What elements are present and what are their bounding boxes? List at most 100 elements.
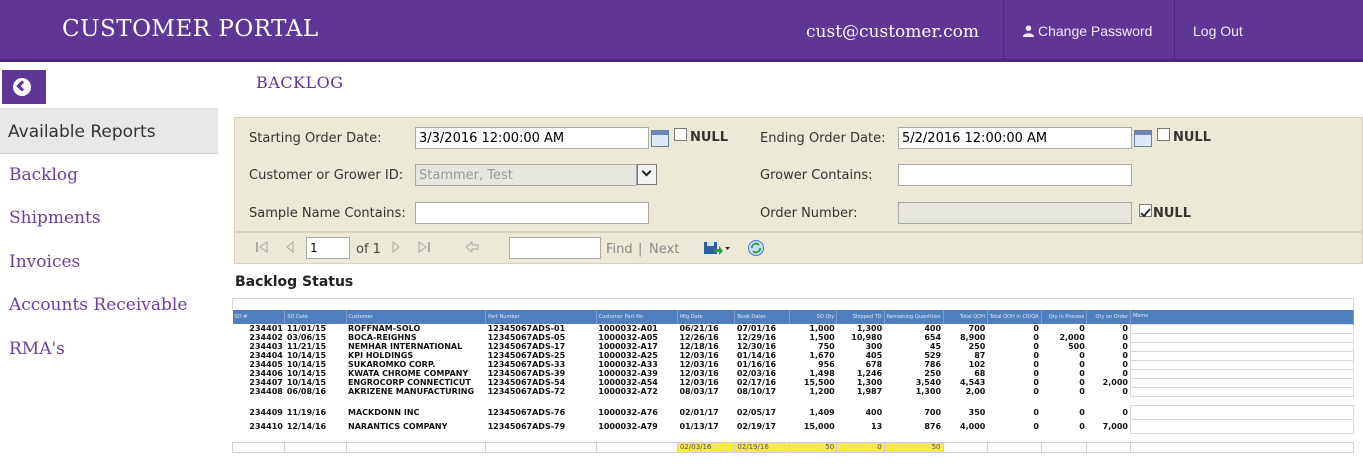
table-cell: MACKDONN INC <box>348 407 420 417</box>
table-cell: 0 <box>1079 407 1085 417</box>
table-cell: 12/18/16 <box>679 342 719 351</box>
table-cell: 0 <box>1033 333 1039 342</box>
table-cell: 01/13/17 <box>679 421 719 431</box>
table-spacer-row <box>233 396 1354 405</box>
sidebar-item-accounts-receivable[interactable]: Accounts Receivable <box>9 295 187 315</box>
table-cell: 02/01/17 <box>679 407 719 417</box>
table-cell: 1,670 <box>809 351 835 360</box>
table-cell: 234406 <box>249 369 283 378</box>
totals-cell: 02/19/16 <box>734 441 790 453</box>
starting-date-null-checkbox[interactable] <box>674 128 687 141</box>
logout-link[interactable]: Log Out <box>1193 23 1243 39</box>
table-cell: 234404 <box>249 351 283 360</box>
table-cell: 1,300 <box>915 387 942 396</box>
table-cell: 10/14/15 <box>286 378 327 387</box>
table-cell: 1,498 <box>809 369 835 378</box>
table-cell: 786 <box>924 360 942 369</box>
page-title: BACKLOG <box>256 73 344 92</box>
next-page-icon[interactable] <box>391 241 401 253</box>
table-cell: 12345067ADS-17 <box>487 342 566 351</box>
chevron-down-icon[interactable] <box>637 164 657 185</box>
totals-cell: 50 <box>883 441 944 453</box>
column-header: SO # <box>232 310 286 324</box>
refresh-icon[interactable] <box>747 239 765 257</box>
calendar-icon[interactable] <box>1134 130 1152 147</box>
table-cell: 12345067ADS-76 <box>487 407 566 417</box>
table-cell: 1,300 <box>856 324 883 333</box>
last-page-icon[interactable] <box>417 241 431 253</box>
table-cell: 0 <box>1122 342 1128 351</box>
table-cell: 12/03/16 <box>679 360 719 369</box>
table-cell: 0 <box>1033 324 1039 333</box>
grower-contains-input[interactable] <box>898 164 1132 186</box>
table-cell: NARANTICS COMPANY <box>348 421 448 431</box>
sidebar-item-backlog[interactable]: Backlog <box>9 165 78 185</box>
table-cell: 234410 <box>249 421 283 431</box>
table-cell: 87 <box>974 351 986 360</box>
table-cell: 876 <box>924 421 942 431</box>
check-icon <box>1140 208 1151 218</box>
table-cell: 1000032-A54 <box>598 378 658 387</box>
change-password-link[interactable]: Change Password <box>1023 23 1152 39</box>
top-bar: CUSTOMER PORTAL cust@customer.com Change… <box>0 0 1363 62</box>
table-cell: 250 <box>968 342 986 351</box>
table-cell: 0 <box>1079 324 1085 333</box>
next-link[interactable]: Next <box>649 242 679 257</box>
change-password-label: Change Password <box>1038 23 1153 39</box>
table-cell: 0 <box>1079 369 1085 378</box>
table-cell: 07/01/16 <box>736 324 777 333</box>
table-cell: 10,980 <box>851 333 883 342</box>
ending-date-null-checkbox[interactable] <box>1157 128 1170 141</box>
back-icon[interactable] <box>465 241 479 253</box>
table-cell: 68 <box>974 369 986 378</box>
table-cell <box>1129 341 1355 352</box>
table-cell: 11/21/15 <box>286 342 327 351</box>
table-cell: 12345067ADS-33 <box>487 360 566 369</box>
totals-cell <box>485 441 597 453</box>
customer-grower-select[interactable]: Stammer, Test <box>415 164 637 186</box>
starting-order-date-input[interactable]: 3/3/2016 12:00:00 AM <box>415 127 649 149</box>
table-row: 234405 10/14/15 SUKAROMKO CORP. 12345067ADS… <box>233 359 1355 370</box>
table-cell: 1,200 <box>809 387 835 396</box>
table-row: 234410 12/14/16 NARANTICS COMPANY 12345067A… <box>233 418 1355 434</box>
export-icon[interactable] <box>703 240 731 256</box>
column-header: Customer Part No <box>596 310 678 324</box>
sidebar-collapse-button[interactable] <box>2 70 46 104</box>
sidebar-item-invoices[interactable]: Invoices <box>9 252 80 272</box>
table-cell: 234401 <box>249 324 283 333</box>
calendar-icon[interactable] <box>651 130 669 147</box>
report-toolbar: 1 of 1 Find | Next <box>234 232 1363 264</box>
sample-name-input[interactable] <box>415 202 649 224</box>
table-cell: 0 <box>1079 378 1085 387</box>
table-cell: 956 <box>818 360 835 369</box>
order-number-null-checkbox[interactable] <box>1139 204 1152 218</box>
prev-page-icon[interactable] <box>285 241 295 253</box>
table-cell: 12/30/16 <box>736 342 777 351</box>
table-cell: 11/01/15 <box>286 324 327 333</box>
table-cell: 1,987 <box>856 387 883 396</box>
table-header-row: SO # SO Date Customer Part Number Customer P… <box>232 310 1355 324</box>
find-input[interactable] <box>509 237 601 259</box>
table-cell: 2,00 <box>965 387 986 396</box>
totals-cell <box>986 441 1042 453</box>
find-link[interactable]: Find <box>606 242 633 257</box>
sidebar-item-shipments[interactable]: Shipments <box>9 208 101 228</box>
table-row: 234403 11/21/15 NEMHAR INTERNATIONAL 123450… <box>233 341 1355 352</box>
sidebar: Available Reports Backlog Shipments Invo… <box>0 66 218 469</box>
first-page-icon[interactable] <box>255 241 269 253</box>
column-header: Remaining Quantities <box>884 310 944 324</box>
table-cell: 250 <box>924 369 942 378</box>
page-number-input[interactable]: 1 <box>306 237 350 259</box>
table-cell: 12/03/16 <box>679 378 719 387</box>
table-row: 234406 10/14/15 KWATA CHROME COMPANY 123450… <box>233 368 1355 379</box>
order-number-input[interactable] <box>898 202 1132 224</box>
table-cell: 234405 <box>249 360 283 369</box>
sidebar-item-rmas[interactable]: RMA's <box>9 339 65 359</box>
ending-order-date-input[interactable]: 5/2/2016 12:00:00 AM <box>898 127 1132 149</box>
column-header: SO Date <box>284 310 347 324</box>
table-cell: 0 <box>1122 351 1128 360</box>
table-cell: 03/06/15 <box>286 333 327 342</box>
table-cell: 4,543 <box>960 378 986 387</box>
table-cell: 0 <box>1079 421 1085 431</box>
table-cell: 529 <box>924 351 942 360</box>
